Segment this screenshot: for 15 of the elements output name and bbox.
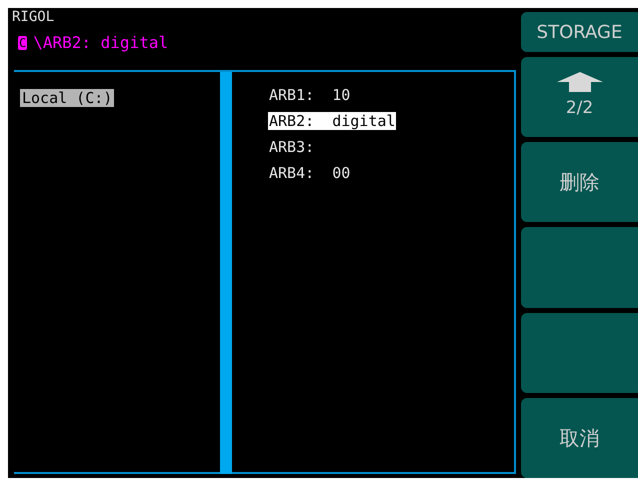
up-arrow-icon bbox=[556, 72, 602, 92]
window-title: RIGOL bbox=[12, 8, 56, 26]
menu-title: STORAGE bbox=[521, 12, 638, 52]
page-button[interactable]: 2/2 bbox=[521, 57, 638, 138]
drive-icon: C bbox=[18, 36, 28, 50]
empty-menu-button[interactable] bbox=[521, 227, 638, 308]
file-item[interactable]: ARB2: digital bbox=[268, 112, 396, 130]
menu-button[interactable]: 取消 bbox=[521, 398, 638, 478]
drive-item[interactable]: Local (C:) bbox=[20, 89, 114, 107]
file-item[interactable]: ARB1: 10 bbox=[268, 86, 352, 104]
file-item[interactable]: ARB3: bbox=[268, 138, 316, 156]
file-item[interactable]: ARB4: 00 bbox=[268, 164, 352, 182]
menu-button[interactable]: 删除 bbox=[521, 142, 638, 222]
empty-menu-button[interactable] bbox=[521, 312, 638, 393]
file-path: \ARB2: digital bbox=[33, 34, 168, 52]
